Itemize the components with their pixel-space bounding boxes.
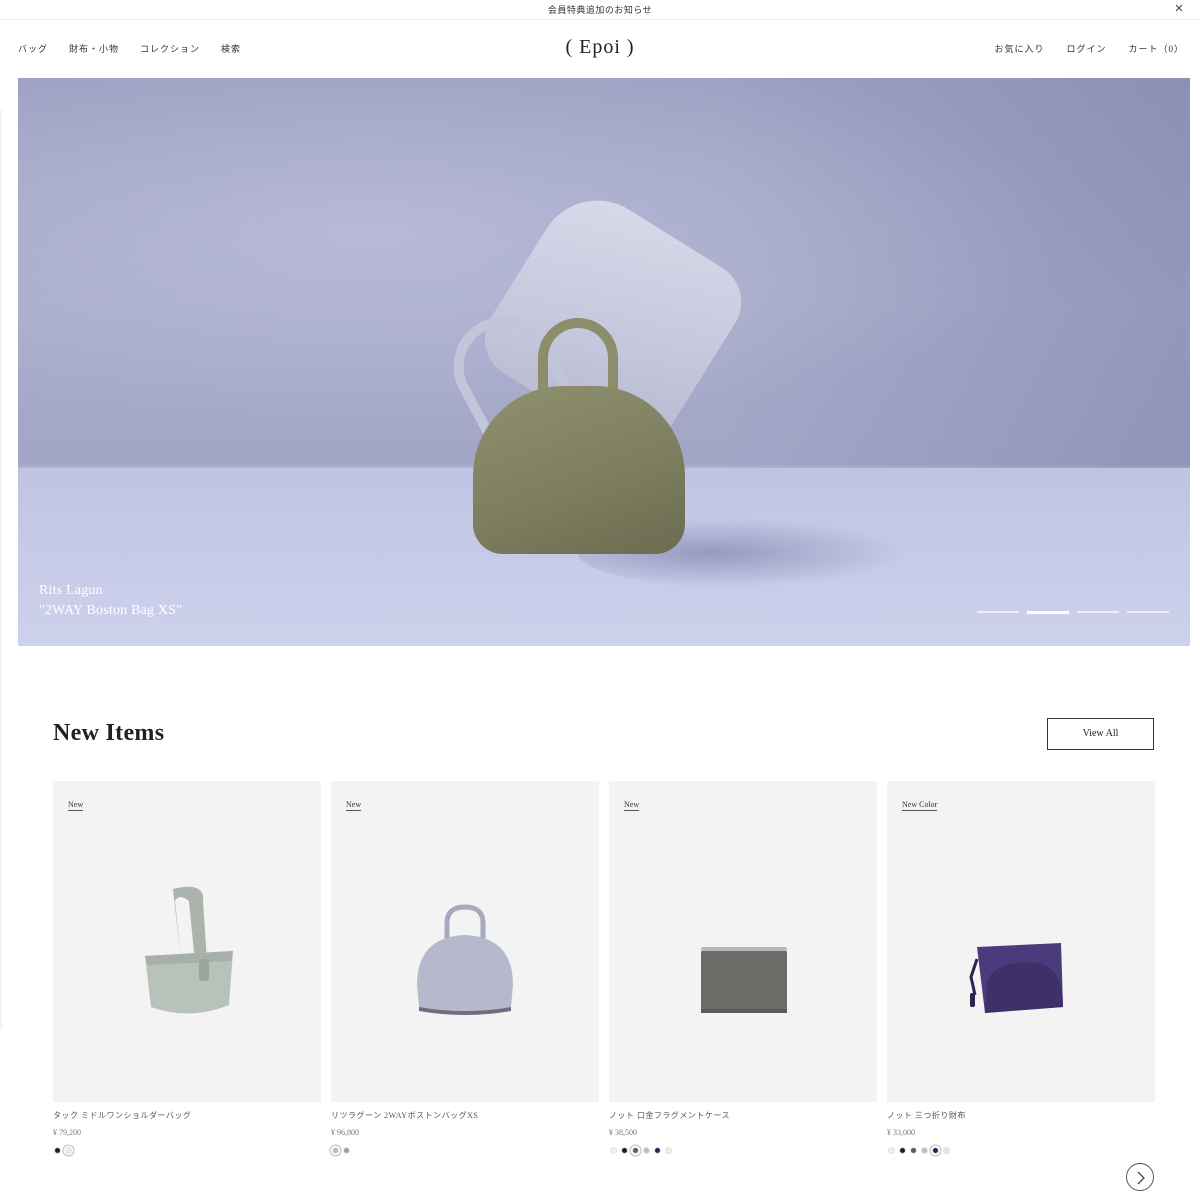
product-card[interactable]: New リツラグーン 2WAYボストンバッグXS ¥ 96,800	[331, 781, 599, 1161]
product-name[interactable]: ノット 口金フラグメントケース	[609, 1110, 730, 1121]
color-swatch-gray[interactable]	[910, 1147, 917, 1154]
chevron-right-icon	[1137, 1171, 1145, 1185]
product-price: ¥ 79,200	[53, 1128, 81, 1137]
product-price: ¥ 96,800	[331, 1128, 359, 1137]
color-swatch-white[interactable]	[665, 1147, 672, 1154]
color-swatch-light-gray[interactable]	[610, 1147, 617, 1154]
product-card[interactable]: New Color ノット 三つ折り財布 ¥ 33,000	[887, 781, 1155, 1161]
product-card[interactable]: New タック ミドルワンショルダーバッグ ¥ 79,200	[53, 781, 321, 1161]
fragment-case-illustration	[701, 947, 787, 1013]
slider-pagination	[977, 611, 1169, 614]
color-swatch-white[interactable]	[65, 1147, 72, 1154]
carousel-next-button[interactable]	[1126, 1163, 1154, 1191]
page-edge-rule	[0, 110, 2, 1030]
view-all-button[interactable]: View All	[1047, 718, 1154, 750]
color-swatch-purple[interactable]	[654, 1147, 661, 1154]
announcement-link[interactable]: 会員特典追加のお知らせ	[0, 3, 1200, 16]
product-badge: New	[68, 800, 84, 811]
product-image[interactable]: New Color	[887, 781, 1155, 1102]
product-badge: New	[346, 800, 362, 811]
color-swatch-lavender[interactable]	[332, 1147, 339, 1154]
product-name[interactable]: タック ミドルワンショルダーバッグ	[53, 1110, 191, 1121]
color-swatch-olive[interactable]	[343, 1147, 350, 1154]
color-swatch-black[interactable]	[54, 1147, 61, 1154]
trifold-wallet-illustration	[969, 943, 1063, 1013]
product-image[interactable]: New	[331, 781, 599, 1102]
product-image[interactable]: New	[53, 781, 321, 1102]
product-card[interactable]: New ノット 口金フラグメントケース ¥ 38,500	[609, 781, 877, 1161]
slider-dot[interactable]	[1077, 611, 1119, 613]
color-swatch-gray[interactable]	[632, 1147, 639, 1154]
announcement-bar: 会員特典追加のお知らせ ✕	[0, 0, 1200, 20]
hero-bag-olive	[473, 386, 685, 554]
hero-caption-product: "2WAY Boston Bag XS"	[39, 603, 183, 618]
hero-slider[interactable]: Rits Lagun "2WAY Boston Bag XS"	[18, 78, 1190, 646]
product-price: ¥ 33,000	[887, 1128, 915, 1137]
section-title: New Items	[53, 720, 165, 746]
slider-dot[interactable]	[977, 611, 1019, 613]
product-badge: New Color	[902, 800, 938, 811]
slider-dot-active[interactable]	[1027, 611, 1069, 614]
product-name[interactable]: ノット 三つ折り財布	[887, 1110, 966, 1121]
color-swatches	[332, 1147, 350, 1154]
color-swatch-beige[interactable]	[921, 1147, 928, 1154]
color-swatches	[610, 1147, 672, 1154]
slider-dot[interactable]	[1127, 611, 1169, 613]
hero-caption[interactable]: Rits Lagun "2WAY Boston Bag XS"	[39, 581, 182, 621]
product-carousel: New タック ミドルワンショルダーバッグ ¥ 79,200 New リツラグー…	[53, 781, 1155, 1161]
nav-item-cart[interactable]: カート（0）	[1128, 42, 1184, 55]
boston-bag-illustration	[417, 904, 513, 1015]
color-swatches	[888, 1147, 950, 1154]
color-swatch-black[interactable]	[621, 1147, 628, 1154]
product-badge: New	[624, 800, 640, 811]
nav-item-favorites[interactable]: お気に入り	[994, 42, 1044, 55]
nav-item-login[interactable]: ログイン	[1066, 42, 1106, 55]
hero-caption-collection: Rits Lagun	[39, 583, 103, 598]
product-name[interactable]: リツラグーン 2WAYボストンバッグXS	[331, 1110, 478, 1121]
product-image[interactable]: New	[609, 781, 877, 1102]
color-swatch-light-gray[interactable]	[888, 1147, 895, 1154]
close-icon[interactable]: ✕	[1172, 2, 1186, 16]
product-price: ¥ 38,500	[609, 1128, 637, 1137]
color-swatch-purple[interactable]	[932, 1147, 939, 1154]
account-nav: お気に入り ログイン カート（0）	[994, 42, 1184, 55]
color-swatch-black[interactable]	[899, 1147, 906, 1154]
color-swatches	[54, 1147, 72, 1154]
color-swatch-pale-blue[interactable]	[943, 1147, 950, 1154]
color-swatch-beige[interactable]	[643, 1147, 650, 1154]
tote-bag-illustration	[145, 886, 233, 1014]
site-header: バッグ 財布・小物 コレクション 検索 ( Epoi ) お気に入り ログイン …	[0, 20, 1200, 78]
